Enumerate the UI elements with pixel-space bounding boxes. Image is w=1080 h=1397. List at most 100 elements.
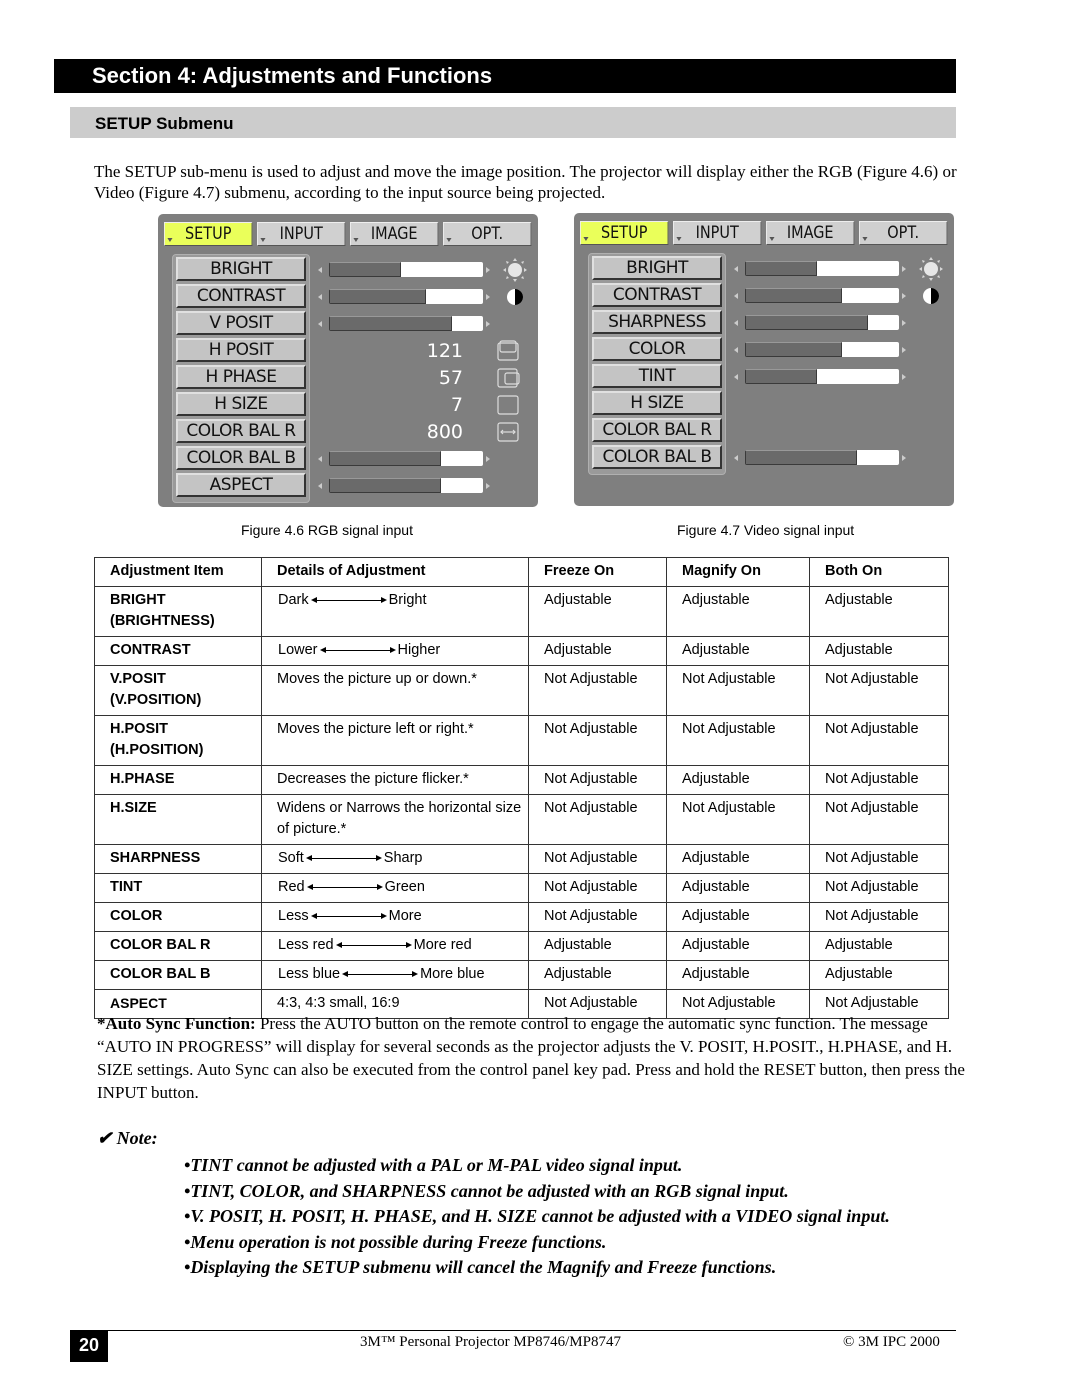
note-item: •Displaying the SETUP submenu will cance… bbox=[184, 1255, 944, 1281]
cell-magnify: Not Adjustable bbox=[666, 665, 810, 716]
slider-fill bbox=[745, 369, 818, 384]
sun-icon bbox=[919, 257, 943, 281]
slider-left-arrow-icon[interactable] bbox=[734, 347, 738, 353]
note-item: •V. POSIT, H. POSIT, H. PHASE, and H. SI… bbox=[184, 1204, 944, 1230]
slider-right-arrow-icon[interactable] bbox=[486, 483, 490, 489]
checkmark-icon: ✔ bbox=[97, 1128, 113, 1148]
slider-left-arrow-icon[interactable] bbox=[318, 267, 322, 273]
item-full-name: (H.POSITION) bbox=[110, 742, 204, 758]
slider-right-arrow-icon[interactable] bbox=[902, 266, 906, 272]
slider-track[interactable] bbox=[745, 369, 899, 384]
item-name: COLOR bbox=[110, 908, 163, 924]
cell-freeze: Adjustable bbox=[528, 636, 667, 666]
cell-freeze: Adjustable bbox=[528, 960, 667, 990]
slider-right-arrow-icon[interactable] bbox=[902, 374, 906, 380]
osd-tab-image[interactable]: IMAGE bbox=[766, 221, 855, 245]
slider-left-arrow-icon[interactable] bbox=[734, 374, 738, 380]
slider-track[interactable] bbox=[329, 316, 483, 331]
slider-right-arrow-icon[interactable] bbox=[902, 293, 906, 299]
slider-left-arrow-icon[interactable] bbox=[734, 320, 738, 326]
slider-right-arrow-icon[interactable] bbox=[902, 320, 906, 326]
slider-left-arrow-icon[interactable] bbox=[734, 266, 738, 272]
osd-item-color-bal-r[interactable]: COLOR BAL R bbox=[592, 418, 722, 442]
slider-fill bbox=[329, 262, 402, 277]
cell-magnify: Adjustable bbox=[666, 873, 810, 903]
slider-track[interactable] bbox=[745, 261, 899, 276]
osd-tab-label: SETUP bbox=[600, 223, 648, 243]
cell-item: CONTRAST bbox=[94, 636, 262, 666]
cell-item: COLOR bbox=[94, 902, 262, 932]
table-row: COLOR BAL R Less red More red Adjustable … bbox=[94, 931, 949, 961]
slider-right-arrow-icon[interactable] bbox=[486, 321, 490, 327]
osd-tab-input[interactable]: INPUT bbox=[673, 221, 762, 245]
slider-track[interactable] bbox=[745, 288, 899, 303]
osd-control-sharpness bbox=[729, 311, 949, 335]
cell-both: Not Adjustable bbox=[809, 715, 949, 766]
slider-track[interactable] bbox=[329, 262, 483, 277]
osd-tab-label: IMAGE bbox=[370, 224, 418, 244]
osd-tab-opt[interactable]: OPT. bbox=[859, 221, 948, 245]
osd-item-h-size[interactable]: H SIZE bbox=[176, 392, 306, 416]
slider-right-arrow-icon[interactable] bbox=[486, 267, 490, 273]
osd-item-h-size[interactable]: H SIZE bbox=[592, 391, 722, 415]
slider-left-arrow-icon[interactable] bbox=[734, 455, 738, 461]
osd-tab-image[interactable]: IMAGE bbox=[350, 222, 439, 246]
osd-item-bright[interactable]: BRIGHT bbox=[176, 257, 306, 281]
slider-right-arrow-icon[interactable] bbox=[902, 347, 906, 353]
cell-magnify: Adjustable bbox=[666, 902, 810, 932]
double-arrow-icon bbox=[342, 970, 419, 977]
slider-track[interactable] bbox=[329, 289, 483, 304]
slider-left-arrow-icon[interactable] bbox=[318, 321, 322, 327]
range-to: More blue bbox=[420, 966, 485, 982]
osd-control-color-bal-r: 800 bbox=[313, 420, 533, 444]
osd-tab-setup[interactable]: SETUP bbox=[164, 222, 253, 246]
osd-tab-input[interactable]: INPUT bbox=[257, 222, 346, 246]
cell-details: Moves the picture up or down.* bbox=[261, 665, 529, 716]
osd-item-v-posit[interactable]: V POSIT bbox=[176, 311, 306, 335]
slider-track[interactable] bbox=[745, 315, 899, 330]
osd-tab-opt[interactable]: OPT. bbox=[443, 222, 532, 246]
cell-details: Less red More red bbox=[261, 931, 529, 961]
slider-left-arrow-icon[interactable] bbox=[318, 294, 322, 300]
osd-item-tint[interactable]: TINT bbox=[592, 364, 722, 388]
slider-left-arrow-icon[interactable] bbox=[318, 483, 322, 489]
slider-left-arrow-icon[interactable] bbox=[734, 293, 738, 299]
osd-item-color-bal-r[interactable]: COLOR BAL R bbox=[176, 419, 306, 443]
osd-item-list: BRIGHT CONTRAST SHARPNESS COLOR TINT H SIZE CO… bbox=[588, 253, 726, 475]
osd-value: 121 bbox=[426, 340, 463, 362]
header-details: Details of Adjustment bbox=[261, 557, 529, 587]
cell-details: Red Green bbox=[261, 873, 529, 903]
osd-item-h-posit[interactable]: H POSIT bbox=[176, 338, 306, 362]
cell-details: Moves the picture left or right.* bbox=[261, 715, 529, 766]
osd-control-contrast bbox=[313, 285, 533, 309]
detail-text: Moves the picture left or right.* bbox=[277, 721, 474, 737]
slider-track[interactable] bbox=[745, 342, 899, 357]
osd-item-aspect[interactable]: ASPECT bbox=[176, 473, 306, 497]
osd-item-bright[interactable]: BRIGHT bbox=[592, 256, 722, 280]
slider-track[interactable] bbox=[745, 450, 899, 465]
osd-item-color[interactable]: COLOR bbox=[592, 337, 722, 361]
slider-left-arrow-icon[interactable] bbox=[318, 456, 322, 462]
cell-freeze: Not Adjustable bbox=[528, 794, 667, 845]
osd-item-contrast[interactable]: CONTRAST bbox=[176, 284, 306, 308]
dropdown-triangle-icon bbox=[167, 238, 173, 242]
contrast-icon bbox=[919, 284, 943, 308]
osd-control-bright bbox=[313, 258, 533, 282]
slider-track[interactable] bbox=[329, 478, 483, 493]
sun-icon bbox=[503, 258, 527, 282]
item-full-name: (V.POSITION) bbox=[110, 692, 202, 708]
osd-item-sharpness[interactable]: SHARPNESS bbox=[592, 310, 722, 334]
cell-freeze: Not Adjustable bbox=[528, 844, 667, 874]
slider-right-arrow-icon[interactable] bbox=[486, 456, 490, 462]
osd-item-h-phase[interactable]: H PHASE bbox=[176, 365, 306, 389]
double-arrow-icon bbox=[305, 854, 382, 861]
slider-right-arrow-icon[interactable] bbox=[902, 455, 906, 461]
range-from: Soft bbox=[278, 850, 304, 866]
osd-tab-setup[interactable]: SETUP bbox=[580, 221, 669, 245]
slider-track[interactable] bbox=[329, 451, 483, 466]
slider-right-arrow-icon[interactable] bbox=[486, 294, 490, 300]
osd-item-color-bal-b[interactable]: COLOR BAL B bbox=[176, 446, 306, 470]
osd-item-contrast[interactable]: CONTRAST bbox=[592, 283, 722, 307]
osd-tab-bar: SETUP INPUT IMAGE OPT. bbox=[164, 222, 534, 246]
osd-item-color-bal-b[interactable]: COLOR BAL B bbox=[592, 445, 722, 469]
